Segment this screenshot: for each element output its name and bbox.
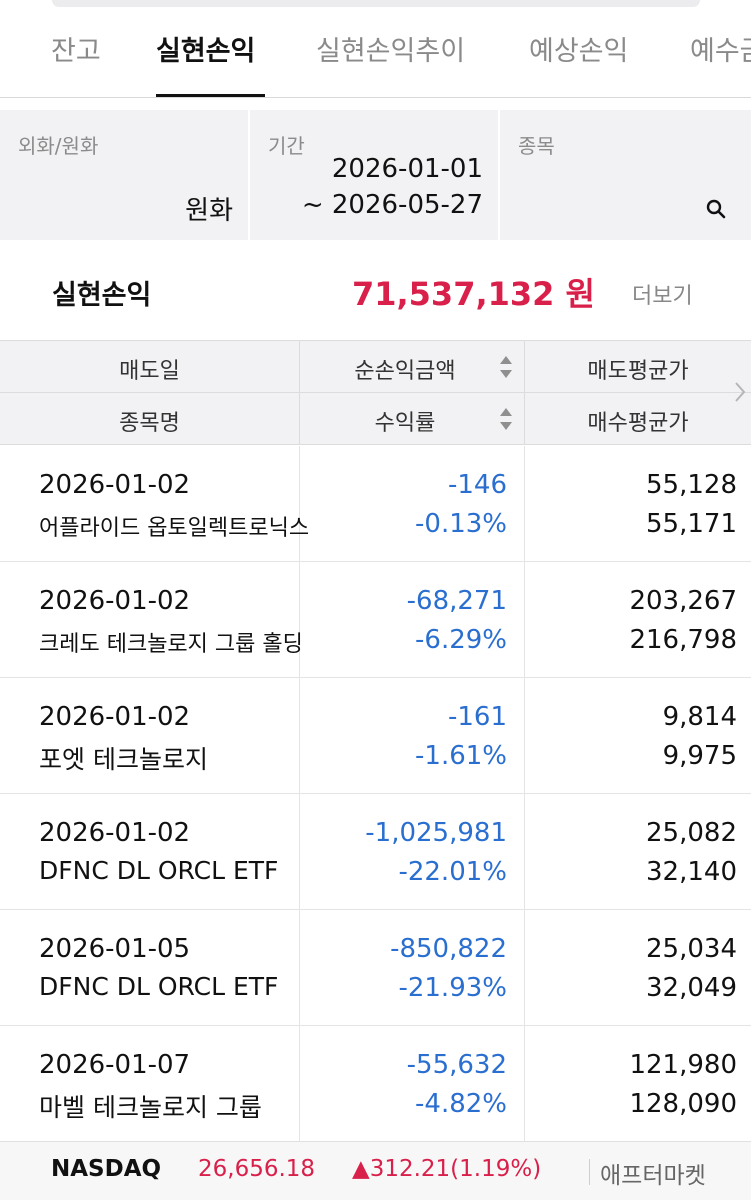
row-stock-name: 마벨 테크놀로지 그룹	[39, 1093, 262, 1122]
period-end-value: ~ 2026-05-27	[301, 190, 483, 220]
search-icon[interactable]	[705, 198, 727, 220]
tab-balance[interactable]: 잔고	[51, 34, 101, 70]
ticker-index-name: NASDAQ	[51, 1156, 162, 1182]
column-divider	[524, 910, 525, 1026]
row-net-pl: -146	[447, 470, 507, 500]
row-return-rate: -22.01%	[398, 857, 507, 887]
row-buy-avg: 55,171	[646, 509, 737, 539]
currency-filter-value: 원화	[185, 196, 233, 226]
header-sell-avg: 매도평균가	[587, 359, 689, 384]
row-return-rate: -1.61%	[415, 741, 507, 771]
header-divider	[0, 392, 751, 393]
column-divider	[299, 1026, 300, 1142]
column-divider	[524, 1026, 525, 1142]
table-row[interactable]: 2026-01-02 DFNC DL ORCL ETF -1,025,981 -…	[0, 794, 751, 910]
row-buy-avg: 32,049	[646, 973, 737, 1003]
column-divider	[299, 446, 300, 562]
sort-icon[interactable]	[499, 406, 513, 432]
row-buy-avg: 32,140	[646, 857, 737, 887]
header-stock-name: 종목명	[119, 411, 180, 436]
row-sell-date: 2026-01-05	[39, 934, 191, 964]
sort-icon[interactable]	[499, 354, 513, 380]
row-sell-avg: 55,128	[646, 470, 737, 500]
column-divider	[299, 562, 300, 678]
currency-filter-label: 외화/원화	[18, 134, 99, 158]
row-sell-avg: 25,082	[646, 818, 737, 848]
column-divider	[524, 562, 525, 678]
row-net-pl: -850,822	[390, 934, 507, 964]
row-sell-date: 2026-01-07	[39, 1050, 191, 1080]
filter-bar: 외화/원화 원화 기간 2026-01-01 ~ 2026-05-27 종목	[0, 110, 751, 240]
column-divider	[524, 446, 525, 562]
tab-bar: 잔고 실현손익 실현손익추이 예상손익 예수금	[0, 0, 751, 98]
row-net-pl: -68,271	[406, 586, 507, 616]
row-buy-avg: 216,798	[629, 625, 737, 655]
row-sell-date: 2026-01-02	[39, 470, 191, 500]
row-stock-name: 크레도 테크놀로지 그룹 홀딩	[39, 632, 303, 657]
row-net-pl: -1,025,981	[365, 818, 507, 848]
ticker-index-change: ▲312.21(1.19%)	[352, 1156, 542, 1182]
period-filter[interactable]: 기간 2026-01-01 ~ 2026-05-27	[250, 110, 498, 240]
currency-filter[interactable]: 외화/원화 원화	[0, 110, 248, 240]
row-sell-date: 2026-01-02	[39, 818, 191, 848]
column-divider	[524, 678, 525, 794]
stock-filter-label: 종목	[518, 134, 555, 158]
row-stock-name: 어플라이드 옵토일렉트로닉스	[39, 516, 310, 541]
row-buy-avg: 128,090	[629, 1089, 737, 1119]
realized-pl-summary: 실현손익 71,537,132 원 더보기	[0, 240, 751, 340]
period-filter-label: 기간	[268, 134, 305, 158]
summary-label: 실현손익	[52, 280, 152, 311]
tab-expected-pl[interactable]: 예상손익	[529, 34, 628, 70]
tab-realized-pl[interactable]: 실현손익	[156, 34, 255, 70]
ticker-divider	[589, 1159, 590, 1185]
row-return-rate: -4.82%	[415, 1089, 507, 1119]
market-ticker[interactable]: NASDAQ 26,656.18 ▲312.21(1.19%) 애프터마켓	[0, 1141, 751, 1200]
table-row[interactable]: 2026-01-07 마벨 테크놀로지 그룹 -55,632 -4.82% 12…	[0, 1026, 751, 1142]
ticker-session-label: 애프터마켓	[600, 1163, 706, 1189]
table-row[interactable]: 2026-01-02 포엣 테크놀로지 -161 -1.61% 9,814 9,…	[0, 678, 751, 794]
row-stock-name: 포엣 테크놀로지	[39, 745, 208, 774]
row-buy-avg: 9,975	[662, 741, 737, 771]
row-return-rate: -6.29%	[415, 625, 507, 655]
header-net-pl[interactable]: 순손익금액	[300, 353, 510, 385]
row-stock-name: DFNC DL ORCL ETF	[39, 856, 279, 885]
row-sell-avg: 203,267	[629, 586, 737, 616]
ticker-index-value: 26,656.18	[198, 1156, 316, 1182]
row-return-rate: -0.13%	[415, 509, 507, 539]
chevron-right-icon[interactable]	[733, 380, 747, 404]
tab-deposit[interactable]: 예수금	[690, 34, 751, 70]
active-tab-indicator	[156, 94, 265, 97]
column-divider	[299, 910, 300, 1026]
header-return-rate[interactable]: 수익률	[300, 405, 510, 437]
header-buy-avg: 매수평균가	[587, 411, 689, 436]
stock-filter[interactable]: 종목	[500, 110, 751, 240]
summary-amount: 71,537,132 원	[351, 275, 595, 313]
row-sell-avg: 121,980	[629, 1050, 737, 1080]
row-net-pl: -161	[447, 702, 507, 732]
row-sell-avg: 9,814	[662, 702, 737, 732]
column-divider	[299, 678, 300, 794]
table-header: 매도일 순손익금액 매도평균가 종목명 수익률 매수평균가	[0, 340, 751, 445]
row-sell-date: 2026-01-02	[39, 702, 191, 732]
column-divider	[299, 794, 300, 910]
more-link[interactable]: 더보기	[632, 278, 693, 310]
column-divider	[524, 794, 525, 910]
header-sell-date: 매도일	[119, 359, 180, 384]
row-net-pl: -55,632	[406, 1050, 507, 1080]
row-sell-avg: 25,034	[646, 934, 737, 964]
row-stock-name: DFNC DL ORCL ETF	[39, 972, 279, 1001]
tab-realized-pl-trend[interactable]: 실현손익추이	[316, 34, 465, 70]
period-start-value: 2026-01-01	[331, 154, 483, 184]
table-row[interactable]: 2026-01-02 어플라이드 옵토일렉트로닉스 -146 -0.13% 55…	[0, 446, 751, 562]
table-row[interactable]: 2026-01-02 크레도 테크놀로지 그룹 홀딩 -68,271 -6.29…	[0, 562, 751, 678]
row-sell-date: 2026-01-02	[39, 586, 191, 616]
row-return-rate: -21.93%	[398, 973, 507, 1003]
table-row[interactable]: 2026-01-05 DFNC DL ORCL ETF -850,822 -21…	[0, 910, 751, 1026]
